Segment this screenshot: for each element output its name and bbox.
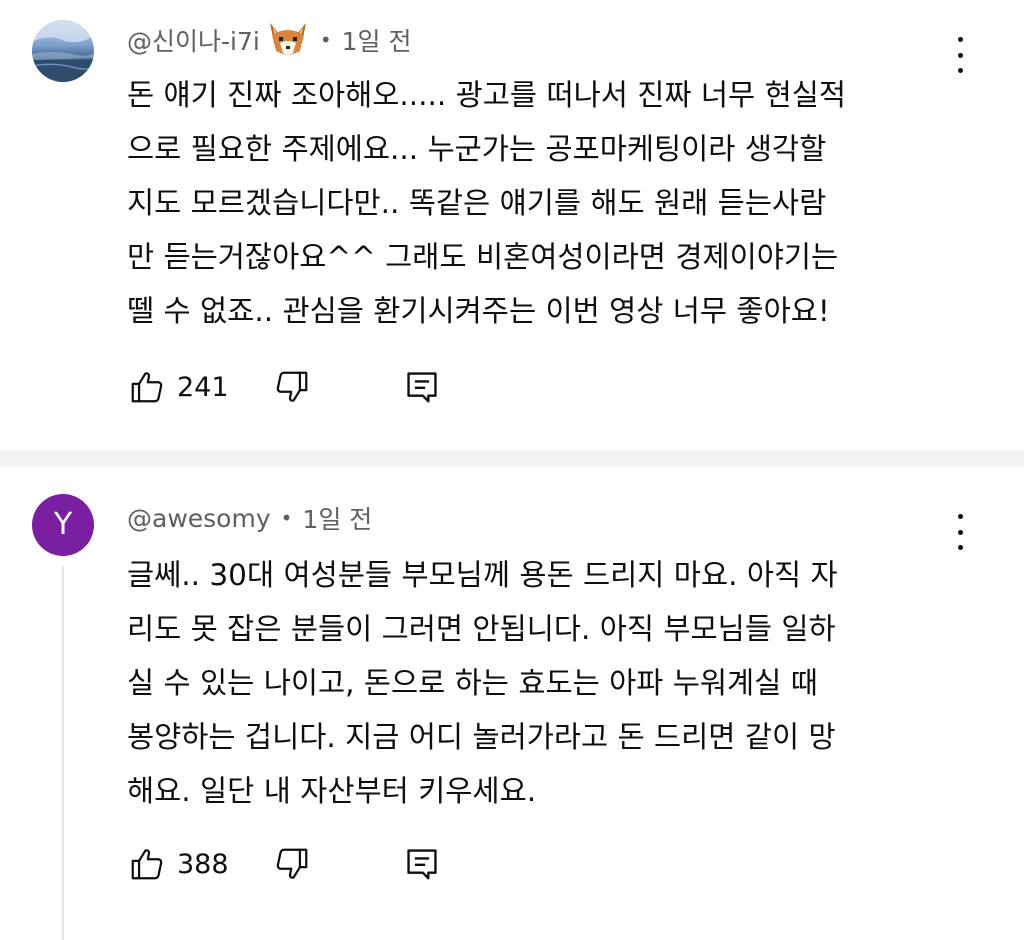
timestamp[interactable]: 1일 전: [342, 22, 412, 58]
comment-text-line: 실 수 있는 나이고, 돈으로 하는 효도는 아파 누워계실 때: [127, 666, 818, 700]
like-count: 241: [177, 371, 229, 403]
comment-text-line: 돈 얘기 진짜 조아해오..... 광고를 떠나서 진짜 너무 현실적: [127, 78, 846, 112]
separator-dot: •: [319, 28, 332, 52]
author-name[interactable]: @awesomy: [127, 504, 271, 533]
comment-item: @신이나-i7i • 1일 전 돈 얘기 진짜 조아해오..... 광고를 떠나…: [0, 0, 1024, 450]
comment-text-line: 해요. 일단 내 자산부터 키우세요.: [127, 774, 537, 808]
thread-line: [62, 566, 64, 940]
comment-text: 글쎄.. 30대 여성분들 부모님께 용돈 드리지 마요. 아직 자 리도 못 …: [127, 548, 987, 818]
comment-header: @신이나-i7i • 1일 전: [127, 20, 411, 60]
comment-text: 돈 얘기 진짜 조아해오..... 광고를 떠나서 진짜 너무 현실적 으로 필…: [127, 68, 987, 338]
reply-icon[interactable]: [402, 844, 442, 884]
comment-header: @awesomy • 1일 전: [127, 498, 372, 538]
comment-item: Y @awesomy • 1일 전 글쎄.. 30대 여성분들 부모님께 용돈 …: [0, 466, 1024, 940]
like-count: 388: [177, 848, 229, 880]
comment-text-line: 으로 필요한 주제에요... 누군가는 공포마케팅이라 생각할: [127, 132, 827, 166]
fox-badge-icon: [266, 21, 310, 59]
comment-text-line: 만 듣는거잖아요^^ 그래도 비혼여성이라면 경제이야기는: [127, 240, 839, 274]
like-icon[interactable]: [127, 844, 167, 884]
comment-actions: 388: [127, 842, 442, 886]
reply-icon[interactable]: [402, 367, 442, 407]
author-name[interactable]: @신이나-i7i: [127, 22, 260, 58]
comment-divider: [0, 450, 1024, 466]
comment-text-line: 리도 못 잡은 분들이 그러면 안됩니다. 아직 부모님들 일하: [127, 612, 836, 646]
avatar[interactable]: [32, 20, 94, 82]
more-options-icon[interactable]: [950, 514, 970, 550]
dislike-icon[interactable]: [272, 367, 312, 407]
timestamp[interactable]: 1일 전: [302, 500, 372, 536]
separator-dot: •: [280, 506, 293, 530]
like-icon[interactable]: [127, 367, 167, 407]
comment-text-line: 지도 모르겠습니다만.. 똑같은 얘기를 해도 원래 듣는사람: [127, 186, 827, 220]
dislike-icon[interactable]: [272, 844, 312, 884]
avatar[interactable]: Y: [32, 494, 94, 556]
comment-text-line: 글쎄.. 30대 여성분들 부모님께 용돈 드리지 마요. 아직 자: [127, 558, 838, 592]
comment-actions: 241: [127, 365, 442, 409]
comment-text-line: 뗄 수 없죠.. 관심을 환기시켜주는 이번 영상 너무 좋아요!: [127, 294, 830, 328]
comment-text-line: 봉양하는 겁니다. 지금 어디 놀러가라고 돈 드리면 같이 망: [127, 720, 836, 754]
